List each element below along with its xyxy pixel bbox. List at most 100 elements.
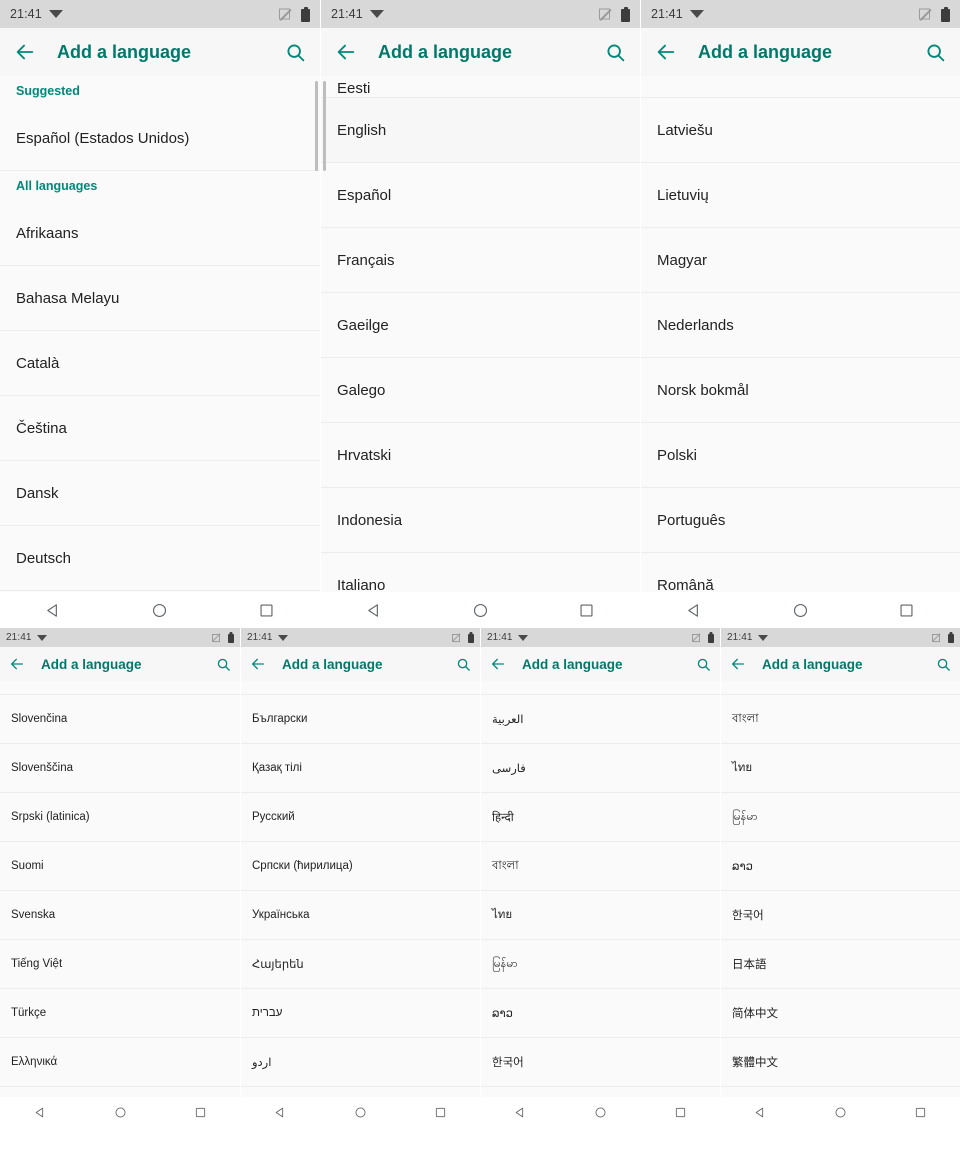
- back-arrow-icon[interactable]: [490, 656, 506, 672]
- nav-home-circle-icon[interactable]: [97, 1097, 143, 1128]
- nav-recents-square-icon[interactable]: [897, 1097, 943, 1128]
- language-row[interactable]: Srpski (latinica): [0, 793, 240, 842]
- language-row[interactable]: Čeština: [0, 396, 320, 461]
- nav-back-triangle-icon[interactable]: [498, 1097, 544, 1128]
- nav-recents-square-icon[interactable]: [657, 1097, 703, 1128]
- language-row[interactable]: Български: [241, 695, 480, 744]
- nav-recents-square-icon[interactable]: [237, 592, 297, 628]
- language-row[interactable]: فارسی: [481, 744, 720, 793]
- language-row[interactable]: 한국어: [721, 891, 960, 940]
- nav-home-circle-icon[interactable]: [577, 1097, 623, 1128]
- nav-back-triangle-icon[interactable]: [664, 592, 724, 628]
- back-arrow-icon[interactable]: [655, 41, 677, 63]
- language-row[interactable]: [241, 681, 480, 695]
- language-row[interactable]: हिन्दी: [481, 793, 720, 842]
- language-row[interactable]: Slovenčina: [0, 695, 240, 744]
- language-row[interactable]: اردو: [241, 1038, 480, 1087]
- nav-back-triangle-icon[interactable]: [258, 1097, 304, 1128]
- nav-back-triangle-icon[interactable]: [344, 592, 404, 628]
- nav-back-triangle-icon[interactable]: [17, 1097, 63, 1128]
- language-row[interactable]: Galego: [321, 358, 640, 423]
- language-row[interactable]: Español (Estados Unidos): [0, 106, 320, 171]
- scrollbar-thumb[interactable]: [323, 81, 326, 171]
- nav-recents-square-icon[interactable]: [877, 592, 937, 628]
- language-row[interactable]: Français: [321, 228, 640, 293]
- language-row[interactable]: Suomi: [0, 842, 240, 891]
- back-arrow-icon[interactable]: [14, 41, 36, 63]
- language-row[interactable]: ไทย: [481, 891, 720, 940]
- language-row[interactable]: [0, 681, 240, 695]
- search-icon[interactable]: [605, 42, 626, 63]
- language-row[interactable]: Hrvatski: [321, 423, 640, 488]
- nav-home-circle-icon[interactable]: [337, 1097, 383, 1128]
- nav-recents-square-icon[interactable]: [177, 1097, 223, 1128]
- language-row[interactable]: Dansk: [0, 461, 320, 526]
- language-row[interactable]: বাংলা: [481, 842, 720, 891]
- search-icon[interactable]: [216, 657, 231, 672]
- language-row[interactable]: မြန်မာ: [721, 793, 960, 842]
- nav-back-triangle-icon[interactable]: [738, 1097, 784, 1128]
- language-row[interactable]: Gaeilge: [321, 293, 640, 358]
- language-row[interactable]: Română: [641, 553, 960, 592]
- language-row[interactable]: [641, 76, 960, 98]
- nav-home-circle-icon[interactable]: [130, 592, 190, 628]
- no-signal-icon: [279, 8, 292, 21]
- language-row[interactable]: Русский: [241, 793, 480, 842]
- language-row[interactable]: ไทย: [721, 744, 960, 793]
- language-row[interactable]: Lietuvių: [641, 163, 960, 228]
- language-row[interactable]: Português: [641, 488, 960, 553]
- language-row[interactable]: Türkçe: [0, 989, 240, 1038]
- search-icon[interactable]: [456, 657, 471, 672]
- nav-home-circle-icon[interactable]: [770, 592, 830, 628]
- language-row[interactable]: Deutsch: [0, 526, 320, 591]
- scrollbar-thumb[interactable]: [315, 81, 318, 171]
- back-arrow-icon[interactable]: [335, 41, 357, 63]
- language-row[interactable]: עברית: [241, 989, 480, 1038]
- language-row[interactable]: Polski: [641, 423, 960, 488]
- language-row[interactable]: English: [321, 98, 640, 163]
- search-icon[interactable]: [925, 42, 946, 63]
- page-title: Add a language: [41, 656, 142, 672]
- nav-recents-square-icon[interactable]: [557, 592, 617, 628]
- language-row[interactable]: Svenska: [0, 891, 240, 940]
- language-row[interactable]: Српски (ћирилица): [241, 842, 480, 891]
- language-row[interactable]: Slovenščina: [0, 744, 240, 793]
- language-row[interactable]: Bahasa Melayu: [0, 266, 320, 331]
- language-row[interactable]: Ελληνικά: [0, 1038, 240, 1087]
- language-row[interactable]: Eesti: [321, 76, 640, 98]
- language-row[interactable]: Հայերեն: [241, 940, 480, 989]
- language-row[interactable]: [481, 681, 720, 695]
- language-row[interactable]: မြန်မာ: [481, 940, 720, 989]
- language-row[interactable]: Magyar: [641, 228, 960, 293]
- language-row[interactable]: [721, 681, 960, 695]
- language-row[interactable]: ລາວ: [721, 842, 960, 891]
- language-row[interactable]: 日本語: [721, 940, 960, 989]
- search-icon[interactable]: [936, 657, 951, 672]
- nav-back-triangle-icon[interactable]: [23, 592, 83, 628]
- nav-recents-square-icon[interactable]: [417, 1097, 463, 1128]
- language-row[interactable]: বাংলা: [721, 695, 960, 744]
- nav-home-circle-icon[interactable]: [817, 1097, 863, 1128]
- language-row[interactable]: Indonesia: [321, 488, 640, 553]
- language-row[interactable]: 한국어: [481, 1038, 720, 1087]
- search-icon[interactable]: [696, 657, 711, 672]
- language-row[interactable]: Català: [0, 331, 320, 396]
- language-row[interactable]: ລາວ: [481, 989, 720, 1038]
- back-arrow-icon[interactable]: [9, 656, 25, 672]
- language-row[interactable]: 简体中文: [721, 989, 960, 1038]
- language-row[interactable]: Español: [321, 163, 640, 228]
- language-row[interactable]: Latviešu: [641, 98, 960, 163]
- back-arrow-icon[interactable]: [730, 656, 746, 672]
- nav-home-circle-icon[interactable]: [450, 592, 510, 628]
- language-row[interactable]: Italiano: [321, 553, 640, 592]
- back-arrow-icon[interactable]: [250, 656, 266, 672]
- language-row[interactable]: Norsk bokmål: [641, 358, 960, 423]
- language-row[interactable]: Nederlands: [641, 293, 960, 358]
- language-row[interactable]: العربية: [481, 695, 720, 744]
- language-row[interactable]: Tiếng Việt: [0, 940, 240, 989]
- language-row[interactable]: Afrikaans: [0, 201, 320, 266]
- language-row[interactable]: 繁體中文: [721, 1038, 960, 1087]
- language-row[interactable]: Українська: [241, 891, 480, 940]
- language-row[interactable]: Қазақ тілі: [241, 744, 480, 793]
- search-icon[interactable]: [285, 42, 306, 63]
